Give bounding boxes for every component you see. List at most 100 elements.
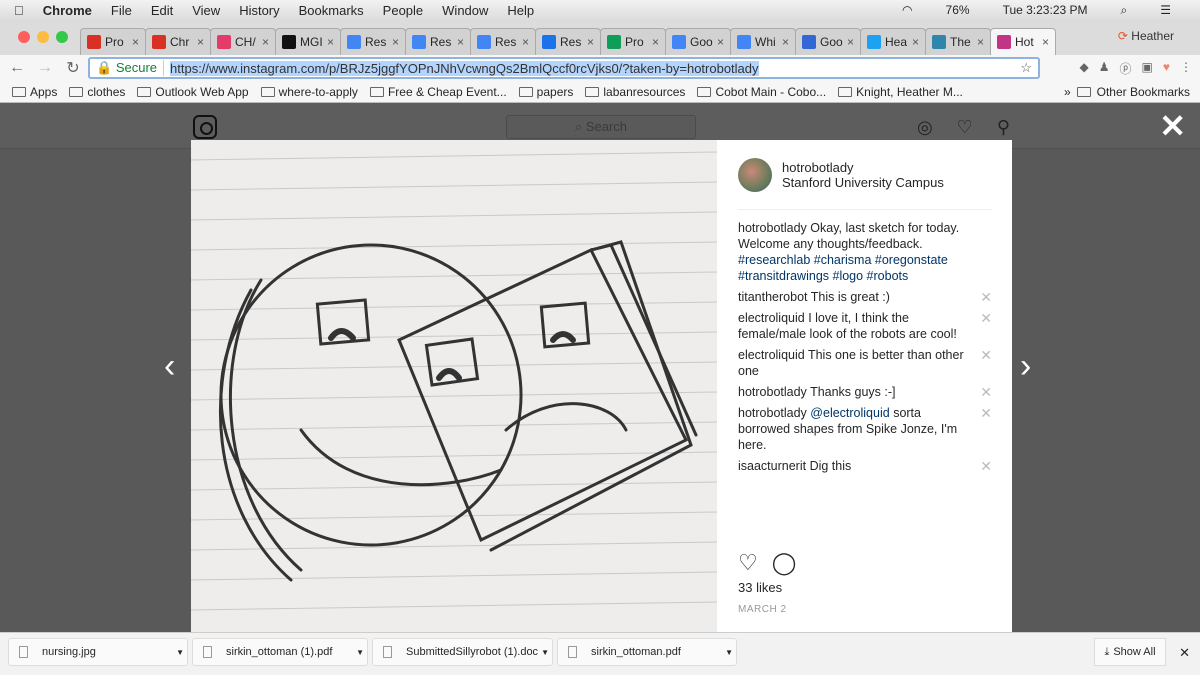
caption-hashtags[interactable]: #researchlab #charisma #oregonstate #tra… — [738, 253, 948, 283]
browser-tab[interactable]: Hot × — [990, 28, 1056, 55]
zoom-window-button[interactable] — [56, 31, 68, 43]
browser-tab[interactable]: Res × — [340, 28, 406, 55]
bookmark-item[interactable]: labanresources — [585, 85, 685, 99]
bookmark-item[interactable]: Knight, Heather M... — [838, 85, 963, 99]
download-menu-caret-icon[interactable]: ▼ — [541, 648, 549, 657]
menu-help[interactable]: Help — [507, 3, 534, 18]
back-button[interactable]: ← — [6, 59, 28, 77]
comment-username[interactable]: electroliquid — [738, 348, 805, 362]
download-item[interactable]: nursing.jpg ▼ — [8, 638, 188, 666]
battery-percent[interactable]: 76% — [946, 3, 970, 17]
chevron-more-icon[interactable]: » — [1064, 85, 1071, 99]
close-tab-icon[interactable]: × — [912, 35, 919, 49]
close-tab-icon[interactable]: × — [587, 35, 594, 49]
close-tab-icon[interactable]: × — [847, 35, 854, 49]
download-menu-caret-icon[interactable]: ▼ — [356, 648, 364, 657]
comment-username[interactable]: titantherobot — [738, 290, 808, 304]
secure-badge[interactable]: 🔒 Secure — [96, 60, 165, 76]
url-text[interactable]: https://www.instagram.com/p/BRJz5jggfYOP… — [170, 60, 759, 76]
close-tab-icon[interactable]: × — [197, 35, 204, 49]
delete-comment-icon[interactable]: ✕ — [980, 458, 992, 474]
close-tab-icon[interactable]: × — [1042, 35, 1049, 49]
browser-tab[interactable]: Pro × — [600, 28, 666, 55]
browser-tab[interactable]: The × — [925, 28, 991, 55]
browser-tab[interactable]: Res × — [535, 28, 601, 55]
minimize-window-button[interactable] — [37, 31, 49, 43]
previous-post-arrow-icon[interactable]: ‹ — [164, 347, 175, 386]
author-username[interactable]: hotrobotlady — [782, 160, 944, 175]
evernote-icon[interactable]: ◆ — [1080, 60, 1089, 77]
download-menu-caret-icon[interactable]: ▼ — [176, 648, 184, 657]
browser-tab[interactable]: Hea × — [860, 28, 926, 55]
delete-comment-icon[interactable]: ✕ — [980, 347, 992, 363]
close-downloads-bar-icon[interactable]: ✕ — [1179, 645, 1190, 661]
search-input[interactable]: ⌕ Search — [506, 115, 696, 139]
extension-icon[interactable]: ▣ — [1142, 60, 1153, 77]
browser-tab[interactable]: Res × — [405, 28, 471, 55]
avatar[interactable] — [738, 157, 772, 192]
spotlight-icon[interactable]: ⌕ — [1121, 3, 1128, 18]
next-post-arrow-icon[interactable]: › — [1020, 347, 1031, 386]
comment-username[interactable]: isaacturnerit — [738, 459, 806, 473]
browser-tab[interactable]: Pro × — [80, 28, 146, 55]
show-all-downloads-button[interactable]: ⤓ Show All — [1094, 638, 1166, 666]
bookmark-star-icon[interactable]: ☆ — [1020, 60, 1032, 76]
menu-history[interactable]: History — [239, 3, 279, 18]
close-tab-icon[interactable]: × — [327, 35, 334, 49]
menu-window[interactable]: Window — [442, 3, 488, 18]
close-tab-icon[interactable]: × — [132, 35, 139, 49]
bookmark-item[interactable]: Outlook Web App — [137, 85, 249, 99]
menu-file[interactable]: File — [111, 3, 132, 18]
comment-username[interactable]: electroliquid — [738, 311, 805, 325]
delete-comment-icon[interactable]: ✕ — [980, 310, 992, 326]
explore-icon[interactable]: ◎ — [917, 117, 933, 138]
close-tab-icon[interactable]: × — [977, 35, 984, 49]
download-item[interactable]: SubmittedSillyrobot (1).doc ▼ — [372, 638, 553, 666]
like-heart-icon[interactable]: ♡ — [738, 550, 758, 576]
menu-bookmarks[interactable]: Bookmarks — [299, 3, 364, 18]
bookmark-item[interactable]: Free & Cheap Event... — [369, 85, 507, 99]
menu-chrome[interactable]: Chrome — [43, 3, 92, 18]
heart-extension-icon[interactable]: ♥ — [1163, 60, 1170, 77]
close-tab-icon[interactable]: × — [457, 35, 464, 49]
bookmark-item[interactable]: Apps — [12, 85, 57, 99]
wifi-icon[interactable]: ◠ — [902, 3, 912, 17]
menu-view[interactable]: View — [192, 3, 220, 18]
post-location[interactable]: Stanford University Campus — [782, 175, 944, 190]
close-tab-icon[interactable]: × — [262, 35, 269, 49]
download-menu-caret-icon[interactable]: ▼ — [725, 648, 733, 657]
browser-tab[interactable]: Res × — [470, 28, 536, 55]
browser-tab[interactable]: Chr × — [145, 28, 211, 55]
extension-icon[interactable]: ♟ — [1099, 60, 1110, 77]
close-tab-icon[interactable]: × — [392, 35, 399, 49]
pinterest-icon[interactable]: ⓟ — [1120, 60, 1132, 77]
profile-button[interactable]: ⟳ Heather — [1118, 29, 1174, 43]
comment-mention[interactable]: @electroliquid — [810, 406, 889, 420]
close-tab-icon[interactable]: × — [782, 35, 789, 49]
address-bar[interactable]: 🔒 Secure https://www.instagram.com/p/BRJ… — [88, 57, 1040, 79]
close-tab-icon[interactable]: × — [717, 35, 724, 49]
forward-button[interactable]: → — [34, 59, 56, 77]
browser-tab[interactable]: CH/ × — [210, 28, 276, 55]
likes-count[interactable]: 33 likes — [738, 580, 782, 595]
delete-comment-icon[interactable]: ✕ — [980, 384, 992, 400]
bookmark-item[interactable]: where-to-apply — [260, 85, 358, 99]
comment-bubble-icon[interactable]: ◯ — [772, 550, 797, 576]
browser-tab[interactable]: Whi × — [730, 28, 796, 55]
delete-comment-icon[interactable]: ✕ — [980, 405, 992, 421]
browser-tab[interactable]: MGI × — [275, 28, 341, 55]
chrome-menu-icon[interactable]: ⋮ — [1180, 60, 1192, 77]
browser-tab[interactable]: Goo × — [795, 28, 861, 55]
menu-people[interactable]: People — [383, 3, 423, 18]
download-item[interactable]: sirkin_ottoman.pdf ▼ — [557, 638, 737, 666]
close-tab-icon[interactable]: × — [522, 35, 529, 49]
browser-tab[interactable]: Goo × — [665, 28, 731, 55]
other-bookmarks[interactable]: » Other Bookmarks — [1064, 85, 1190, 99]
caption-username[interactable]: hotrobotlady — [738, 221, 807, 235]
profile-icon[interactable]: ⚲ — [997, 117, 1010, 138]
bookmark-item[interactable]: clothes — [69, 85, 125, 99]
close-window-button[interactable] — [18, 31, 30, 43]
comment-username[interactable]: hotrobotlady — [738, 406, 807, 420]
bookmark-item[interactable]: papers — [518, 85, 573, 99]
comment-username[interactable]: hotrobotlady — [738, 385, 807, 399]
